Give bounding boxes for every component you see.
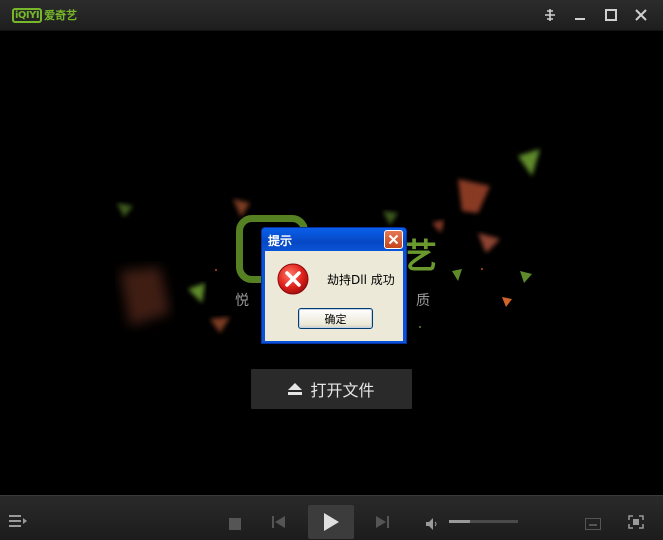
stop-icon[interactable] [229,515,241,534]
dialog-title: 提示 [268,234,293,248]
volume-level [449,520,470,523]
eject-icon [288,380,303,399]
control-bar [0,495,663,540]
close-icon [388,234,399,245]
prev-icon[interactable] [272,514,286,533]
iqiyi-logo-char: 艺 [403,237,437,277]
app-logo-mark: iQIYI [12,7,43,23]
fullscreen-icon[interactable] [628,514,644,533]
play-button[interactable] [308,505,354,539]
volume-slider[interactable] [449,520,518,523]
next-icon[interactable] [375,514,389,533]
subtitle-icon[interactable] [585,515,601,534]
app-logo[interactable]: iQIYI 爱奇艺 [12,7,77,23]
player-window: iQIYI 爱奇艺 艺 悦 质 打开文件 提示 劫持Dll 成功 确定 [0,0,663,540]
slogan-right: 质 [416,293,430,309]
minimize-icon[interactable] [570,5,590,25]
ok-button[interactable]: 确定 [298,308,373,329]
dialog-message: 劫持Dll 成功 [327,273,395,287]
maximize-icon[interactable] [601,5,621,25]
title-bar[interactable]: iQIYI 爱奇艺 [0,0,663,31]
volume-icon[interactable] [426,515,440,534]
message-dialog: 提示 劫持Dll 成功 确定 [261,227,407,344]
dialog-title-bar[interactable]: 提示 [262,228,406,251]
error-icon [277,263,309,295]
pin-icon[interactable] [540,5,560,25]
open-file-label: 打开文件 [310,381,375,400]
slogan-left: 悦 [235,293,249,309]
dialog-body: 劫持Dll 成功 确定 [265,251,403,341]
dialog-close-button[interactable] [384,230,403,249]
close-icon[interactable] [631,5,651,25]
playlist-icon[interactable] [9,513,27,532]
play-icon [324,513,339,531]
open-file-button[interactable]: 打开文件 [251,369,412,409]
app-logo-text: 爱奇艺 [44,9,78,22]
